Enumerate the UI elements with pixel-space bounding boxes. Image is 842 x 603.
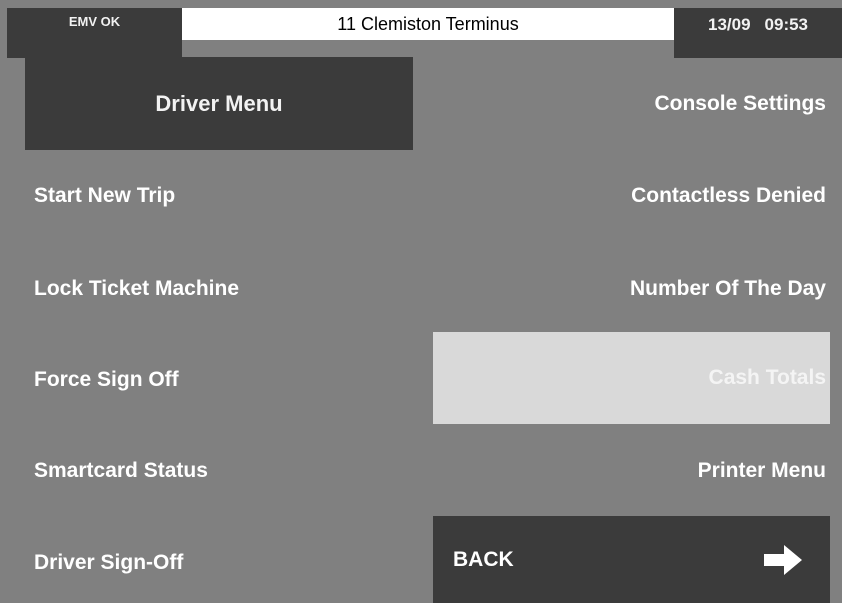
driver-menu-title: Driver Menu <box>25 57 413 150</box>
right-arrow-icon <box>764 544 802 575</box>
date-time-display: 13/09 09:53 <box>674 8 842 58</box>
printer-menu-button[interactable]: Printer Menu <box>433 441 830 501</box>
back-label: BACK <box>453 547 514 571</box>
time-text: 09:53 <box>764 15 809 34</box>
lock-ticket-machine-button[interactable]: Lock Ticket Machine <box>0 259 420 319</box>
back-button[interactable]: BACK <box>433 516 830 603</box>
contactless-denied-button[interactable]: Contactless Denied <box>433 166 830 226</box>
console-settings-button[interactable]: Console Settings <box>433 74 830 134</box>
number-of-the-day-button[interactable]: Number Of The Day <box>433 259 830 319</box>
status-bar: EMV OK 11 Clemiston Terminus 13/09 09:53 <box>0 0 842 58</box>
driver-sign-off-button[interactable]: Driver Sign-Off <box>0 533 420 593</box>
smartcard-status-button[interactable]: Smartcard Status <box>0 441 420 501</box>
start-new-trip-button[interactable]: Start New Trip <box>0 166 420 226</box>
date-text: 13/09 <box>707 15 751 34</box>
emv-status: EMV OK <box>7 8 182 58</box>
cash-totals-button[interactable]: Cash Totals <box>433 332 830 424</box>
ticket-machine-screen: EMV OK 11 Clemiston Terminus 13/09 09:53… <box>0 0 842 603</box>
force-sign-off-button[interactable]: Force Sign Off <box>0 350 420 410</box>
route-display: 11 Clemiston Terminus <box>182 8 674 40</box>
